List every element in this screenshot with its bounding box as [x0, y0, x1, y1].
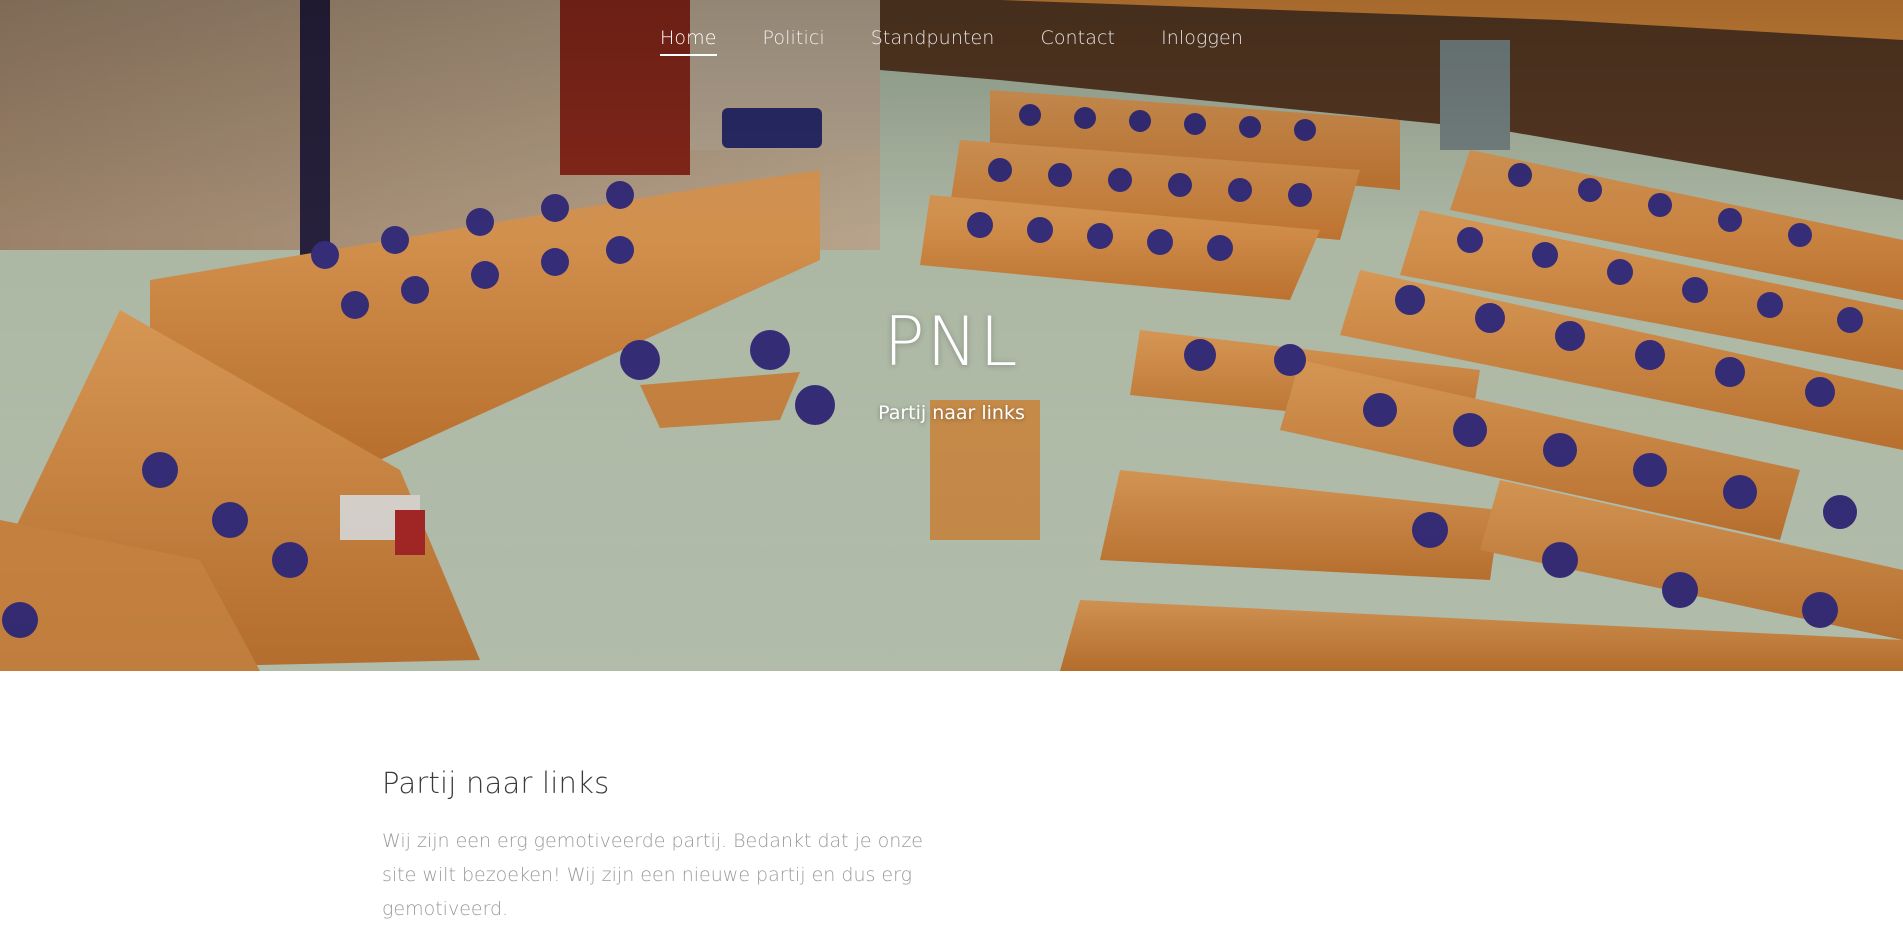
nav-item-contact[interactable]: Contact — [1017, 26, 1138, 58]
intro-text: Wij zijn een erg gemotiveerde partij. Be… — [382, 830, 923, 920]
nav-item-inloggen[interactable]: Inloggen — [1138, 26, 1266, 58]
nav-item-home[interactable]: Home — [637, 26, 740, 58]
site-tagline: Partij naar links — [878, 402, 1025, 424]
intro-heading: Partij naar links — [382, 766, 610, 800]
nav-item-politici[interactable]: Politici — [740, 26, 848, 58]
nav-item-standpunten[interactable]: Standpunten — [848, 26, 1018, 58]
intro-section: Partij naar links Wij zijn een erg gemot… — [382, 766, 942, 926]
hero-section: Home Politici Standpunten Contact Inlogg… — [0, 0, 1903, 671]
main-navigation: Home Politici Standpunten Contact Inlogg… — [0, 26, 1903, 60]
site-title: PNL — [883, 303, 1020, 382]
